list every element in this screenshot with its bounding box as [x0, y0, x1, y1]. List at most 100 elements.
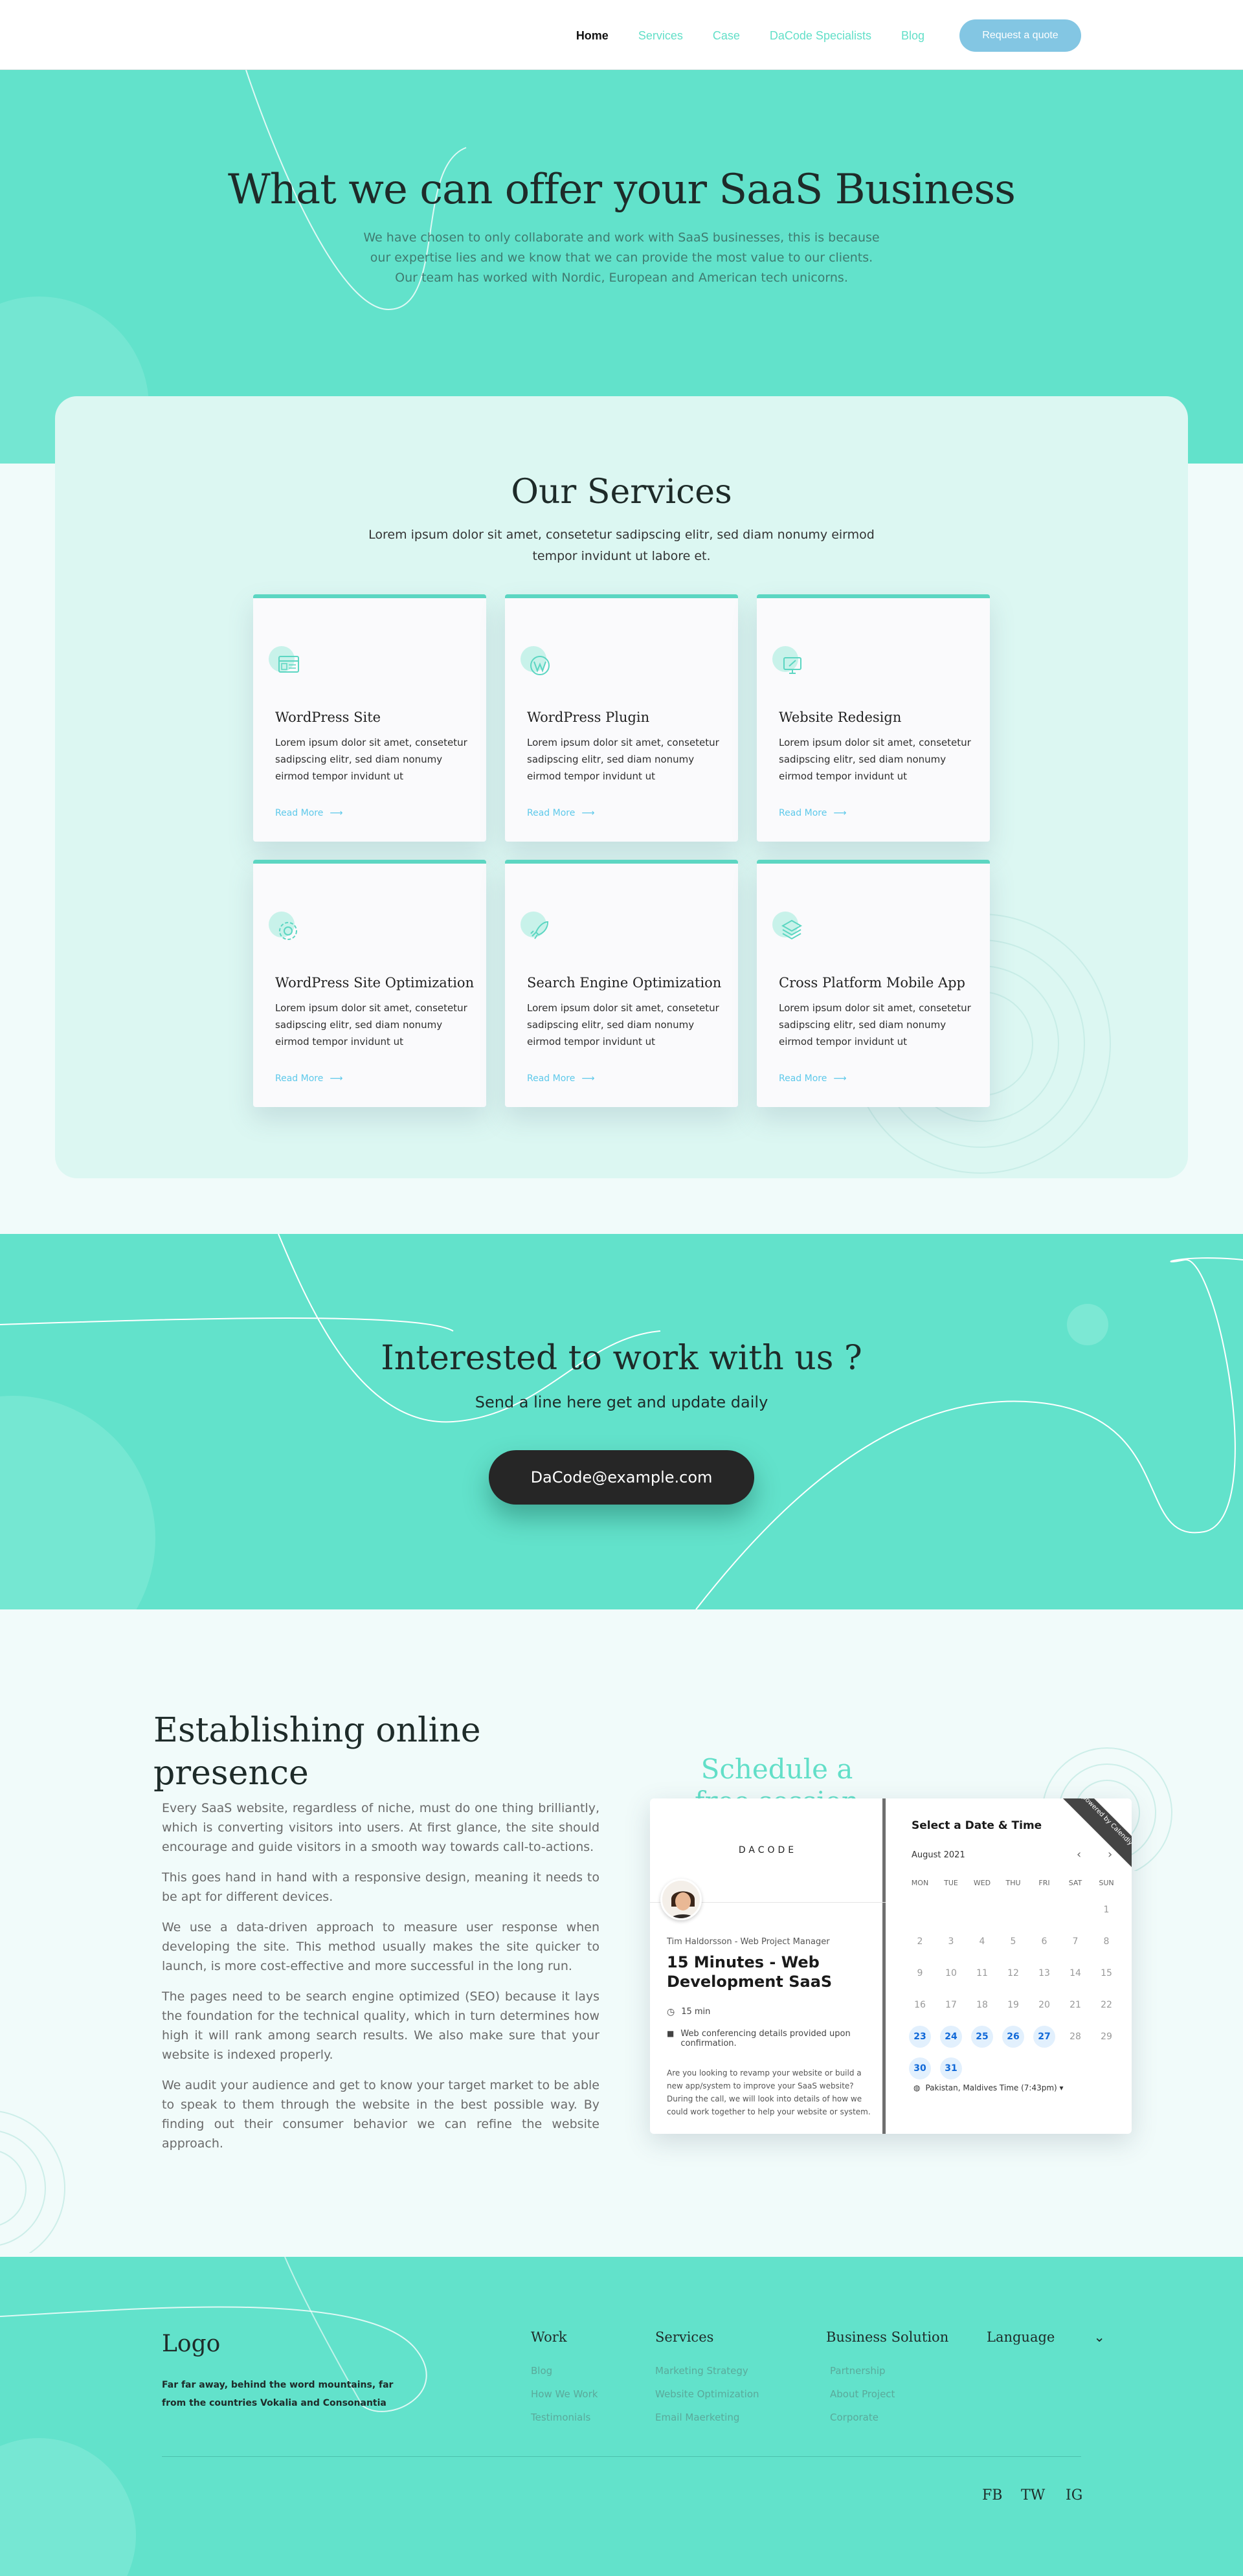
- calendar-day: 3: [948, 1936, 954, 1947]
- instagram-link[interactable]: IG: [1066, 2487, 1082, 2503]
- weekday-header: MON TUE WED THU FRI SAT SUN: [904, 1879, 1122, 1887]
- facebook-link[interactable]: FB: [982, 2487, 1002, 2503]
- calendar-day-available[interactable]: 27: [1033, 2026, 1055, 2048]
- footer-column-title: Business Solution: [826, 2329, 949, 2345]
- calendar-day-available[interactable]: 25: [971, 2026, 993, 2048]
- presence-paragraph: We use a data-driven approach to measure…: [162, 1920, 599, 1973]
- chevron-left-icon[interactable]: ‹: [1077, 1848, 1081, 1861]
- presence-title: Establishing online presence: [153, 1711, 481, 1793]
- host-name: Tim Haldorsson - Web Project Manager: [667, 1937, 830, 1947]
- cta-section: Interested to work with us ? Send a line…: [0, 1234, 1243, 1609]
- service-card[interactable]: WordPress Site Optimization Lorem ipsum …: [253, 860, 486, 1107]
- footer-decoration: [0, 2257, 427, 2576]
- event-description: Are you looking to revamp your website o…: [667, 2068, 871, 2116]
- nav-home[interactable]: Home: [576, 29, 609, 43]
- read-more-link[interactable]: Read More ⟶: [779, 1073, 846, 1084]
- globe-icon: ◍: [913, 2083, 921, 2092]
- weekday-label: SUN: [1099, 1879, 1114, 1887]
- calendar-day: 18: [976, 2000, 988, 2010]
- calendar-day: 17: [945, 2000, 957, 2010]
- arrow-right-icon: ⟶: [330, 808, 343, 818]
- calendar-day: 9: [917, 1968, 923, 1978]
- service-card[interactable]: WordPress Site Lorem ipsum dolor sit ame…: [253, 594, 486, 842]
- footer-link[interactable]: Blog: [531, 2359, 598, 2382]
- nav-case[interactable]: Case: [713, 29, 740, 43]
- weekday-label: TUE: [944, 1879, 958, 1887]
- nav-dacode-specialists[interactable]: DaCode Specialists: [770, 29, 871, 43]
- footer-column-services: Services Marketing Strategy Website Opti…: [655, 2329, 759, 2429]
- person-avatar-icon: [662, 1881, 700, 1918]
- cta-title: Interested to work with us ?: [381, 1339, 862, 1378]
- footer-link[interactable]: Marketing Strategy: [655, 2359, 759, 2382]
- arrow-right-icon: ⟶: [330, 1073, 343, 1084]
- conferencing-label: Web conferencing details provided upon c…: [680, 2029, 851, 2048]
- footer-column-title: Services: [655, 2329, 714, 2345]
- weekday-label: SAT: [1068, 1879, 1082, 1887]
- read-more-link[interactable]: Read More ⟶: [275, 808, 342, 818]
- services-subtitle: Lorem ipsum dolor sit amet, consetetur s…: [368, 528, 875, 563]
- calendar-day-available[interactable]: 24: [940, 2026, 962, 2048]
- language-dropdown[interactable]: Language ⌄: [987, 2329, 1105, 2345]
- footer-link[interactable]: Partnership: [826, 2359, 948, 2382]
- footer-column-business-solution: Business Solution Partnership About Proj…: [826, 2329, 948, 2429]
- month-label: August 2021: [912, 1850, 965, 1860]
- read-more-label: Read More: [527, 1073, 576, 1084]
- cta-decoration: [0, 1234, 1243, 1609]
- timezone-selector[interactable]: ◍ Pakistan, Maldives Time (7:43pm) ▾: [913, 2083, 1064, 2092]
- card-text: Lorem ipsum dolor sit amet, consetetur s…: [779, 1002, 971, 1047]
- footer-link[interactable]: Email Maerketing: [655, 2406, 759, 2429]
- calendar-day-available[interactable]: 26: [1002, 2026, 1024, 2048]
- card-title: WordPress Plugin: [527, 710, 650, 725]
- calendar-day: 11: [976, 1968, 988, 1978]
- footer-link[interactable]: Testimonials: [531, 2406, 598, 2429]
- video-camera-icon: ■: [667, 2029, 675, 2038]
- card-title: WordPress Site Optimization: [275, 975, 475, 991]
- wordpress-icon: [521, 646, 550, 675]
- service-card[interactable]: Cross Platform Mobile App Lorem ipsum do…: [757, 860, 990, 1107]
- card-title: Search Engine Optimization: [527, 975, 722, 991]
- footer-link[interactable]: Website Optimization: [655, 2382, 759, 2406]
- email-button[interactable]: DaCode@example.com: [489, 1450, 754, 1505]
- calendar-day: 28: [1069, 2032, 1081, 2042]
- calendar-day-available[interactable]: 31: [940, 2057, 962, 2079]
- service-card[interactable]: Search Engine Optimization Lorem ipsum d…: [505, 860, 738, 1107]
- services-title: Our Services: [511, 473, 732, 511]
- read-more-link[interactable]: Read More ⟶: [779, 808, 846, 818]
- avatar: [660, 1879, 702, 1920]
- read-more-link[interactable]: Read More ⟶: [527, 808, 594, 818]
- service-card[interactable]: WordPress Plugin Lorem ipsum dolor sit a…: [505, 594, 738, 842]
- twitter-link[interactable]: TW: [1021, 2487, 1045, 2503]
- weekday-label: FRI: [1038, 1879, 1050, 1887]
- chevron-right-icon[interactable]: ›: [1108, 1848, 1112, 1861]
- hero-subtitle: We have chosen to only collaborate and w…: [363, 230, 880, 285]
- read-more-label: Read More: [275, 808, 324, 818]
- footer-link[interactable]: About Project: [826, 2382, 948, 2406]
- gear-icon: [269, 912, 297, 940]
- clock-icon: ◷: [667, 2007, 675, 2017]
- read-more-label: Read More: [779, 1073, 827, 1084]
- nav-services[interactable]: Services: [638, 29, 683, 43]
- read-more-link[interactable]: Read More ⟶: [275, 1073, 342, 1084]
- read-more-label: Read More: [275, 1073, 324, 1084]
- calendar-day: 1: [1103, 1905, 1110, 1915]
- timezone-label: Pakistan, Maldives Time (7:43pm) ▾: [925, 2083, 1064, 2092]
- calendar-day: 6: [1041, 1936, 1047, 1947]
- read-more-link[interactable]: Read More ⟶: [527, 1073, 594, 1084]
- rocket-icon: [521, 912, 549, 939]
- request-quote-button[interactable]: Request a quote: [959, 19, 1081, 52]
- presence-body: Every SaaS website, regardless of niche,…: [162, 1798, 599, 2164]
- footer-link[interactable]: How We Work: [531, 2382, 598, 2406]
- weekday-label: THU: [1005, 1879, 1021, 1887]
- card-text: Lorem ipsum dolor sit amet, consetetur s…: [275, 737, 467, 782]
- service-card[interactable]: Website Redesign Lorem ipsum dolor sit a…: [757, 594, 990, 842]
- arrow-right-icon: ⟶: [833, 808, 847, 818]
- nav-blog[interactable]: Blog: [901, 29, 924, 43]
- calendar-day-available[interactable]: 23: [909, 2026, 931, 2048]
- calendar-day-available[interactable]: 30: [909, 2057, 931, 2079]
- chevron-down-icon: ⌄: [1093, 2329, 1105, 2345]
- top-nav: Home Services Case DaCode Specialists Bl…: [0, 0, 1243, 70]
- calendar-day: 16: [914, 2000, 926, 2010]
- calendar-day: 13: [1038, 1968, 1050, 1978]
- footer-logo[interactable]: Logo: [162, 2331, 220, 2357]
- footer-link[interactable]: Corporate: [826, 2406, 948, 2429]
